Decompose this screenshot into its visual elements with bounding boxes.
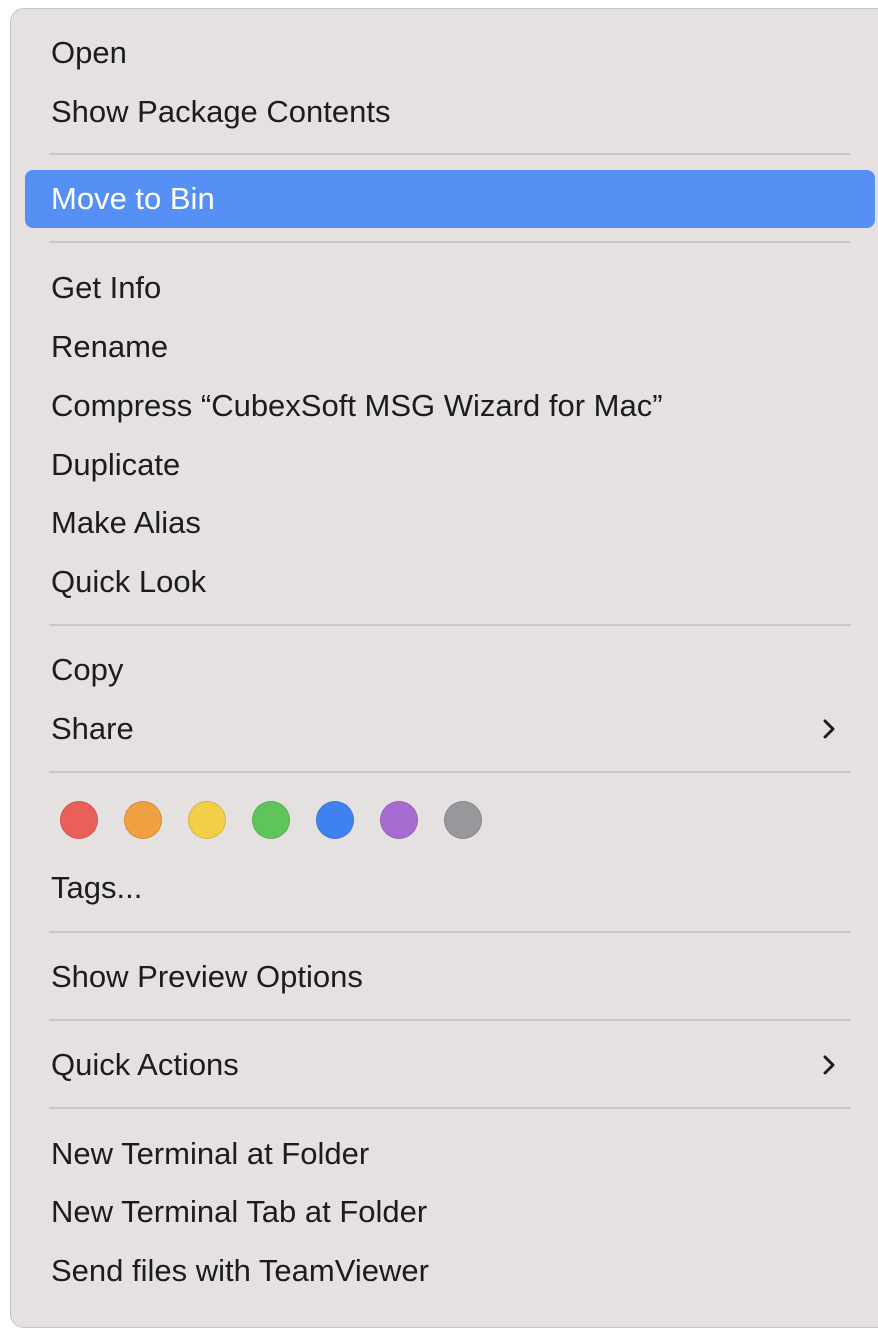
menu-item-show-package-contents[interactable]: Show Package Contents <box>25 83 875 141</box>
separator <box>49 153 851 155</box>
menu-item-tags[interactable]: Tags... <box>25 859 875 917</box>
menu-item-get-info[interactable]: Get Info <box>25 259 875 317</box>
menu-item-label: Send files with TeamViewer <box>51 1253 429 1288</box>
menu-item-label: Quick Look <box>51 564 207 599</box>
tag-purple[interactable] <box>380 801 418 839</box>
separator <box>49 241 851 243</box>
menu-item-new-terminal-tab-at-folder[interactable]: New Terminal Tab at Folder <box>25 1183 875 1241</box>
chevron-right-icon <box>823 1055 835 1075</box>
menu-item-label: Rename <box>51 329 169 364</box>
menu-item-label: Move to Bin <box>51 181 215 216</box>
chevron-right-icon <box>823 719 835 739</box>
separator <box>49 931 851 933</box>
menu-item-share[interactable]: Share <box>25 700 875 758</box>
menu-item-make-alias[interactable]: Make Alias <box>25 494 875 552</box>
menu-item-duplicate[interactable]: Duplicate <box>25 436 875 494</box>
menu-item-label: Share <box>51 711 134 746</box>
menu-item-label: Duplicate <box>51 447 181 482</box>
separator <box>49 1107 851 1109</box>
menu-item-label: Compress “CubexSoft MSG Wizard for Mac” <box>51 388 663 423</box>
menu-item-label: Open <box>51 35 127 70</box>
menu-item-label: New Terminal Tab at Folder <box>51 1194 428 1229</box>
menu-item-label: Show Package Contents <box>51 94 391 129</box>
separator <box>49 771 851 773</box>
menu-item-new-terminal-at-folder[interactable]: New Terminal at Folder <box>25 1125 875 1183</box>
menu-item-rename[interactable]: Rename <box>25 318 875 376</box>
menu-item-label: Quick Actions <box>51 1047 239 1082</box>
menu-item-compress[interactable]: Compress “CubexSoft MSG Wizard for Mac” <box>25 377 875 435</box>
menu-item-label: Show Preview Options <box>51 959 363 994</box>
context-menu: Open Show Package Contents Move to Bin G… <box>10 8 878 1328</box>
tag-gray[interactable] <box>444 801 482 839</box>
menu-item-label: Make Alias <box>51 505 201 540</box>
menu-item-show-preview-options[interactable]: Show Preview Options <box>25 948 875 1006</box>
separator <box>49 624 851 626</box>
menu-item-label: Tags... <box>51 870 143 905</box>
menu-item-copy[interactable]: Copy <box>25 641 875 699</box>
tag-green[interactable] <box>252 801 290 839</box>
tag-red[interactable] <box>60 801 98 839</box>
menu-item-send-files-teamviewer[interactable]: Send files with TeamViewer <box>25 1242 875 1300</box>
menu-item-label: Copy <box>51 652 124 687</box>
separator <box>49 1019 851 1021</box>
menu-item-quick-look[interactable]: Quick Look <box>25 553 875 611</box>
tag-yellow[interactable] <box>188 801 226 839</box>
tag-orange[interactable] <box>124 801 162 839</box>
menu-item-label: New Terminal at Folder <box>51 1136 370 1171</box>
tag-blue[interactable] <box>316 801 354 839</box>
menu-item-move-to-bin[interactable]: Move to Bin <box>25 170 875 228</box>
menu-item-open[interactable]: Open <box>25 24 875 82</box>
menu-item-label: Get Info <box>51 270 162 305</box>
menu-item-quick-actions[interactable]: Quick Actions <box>25 1036 875 1094</box>
